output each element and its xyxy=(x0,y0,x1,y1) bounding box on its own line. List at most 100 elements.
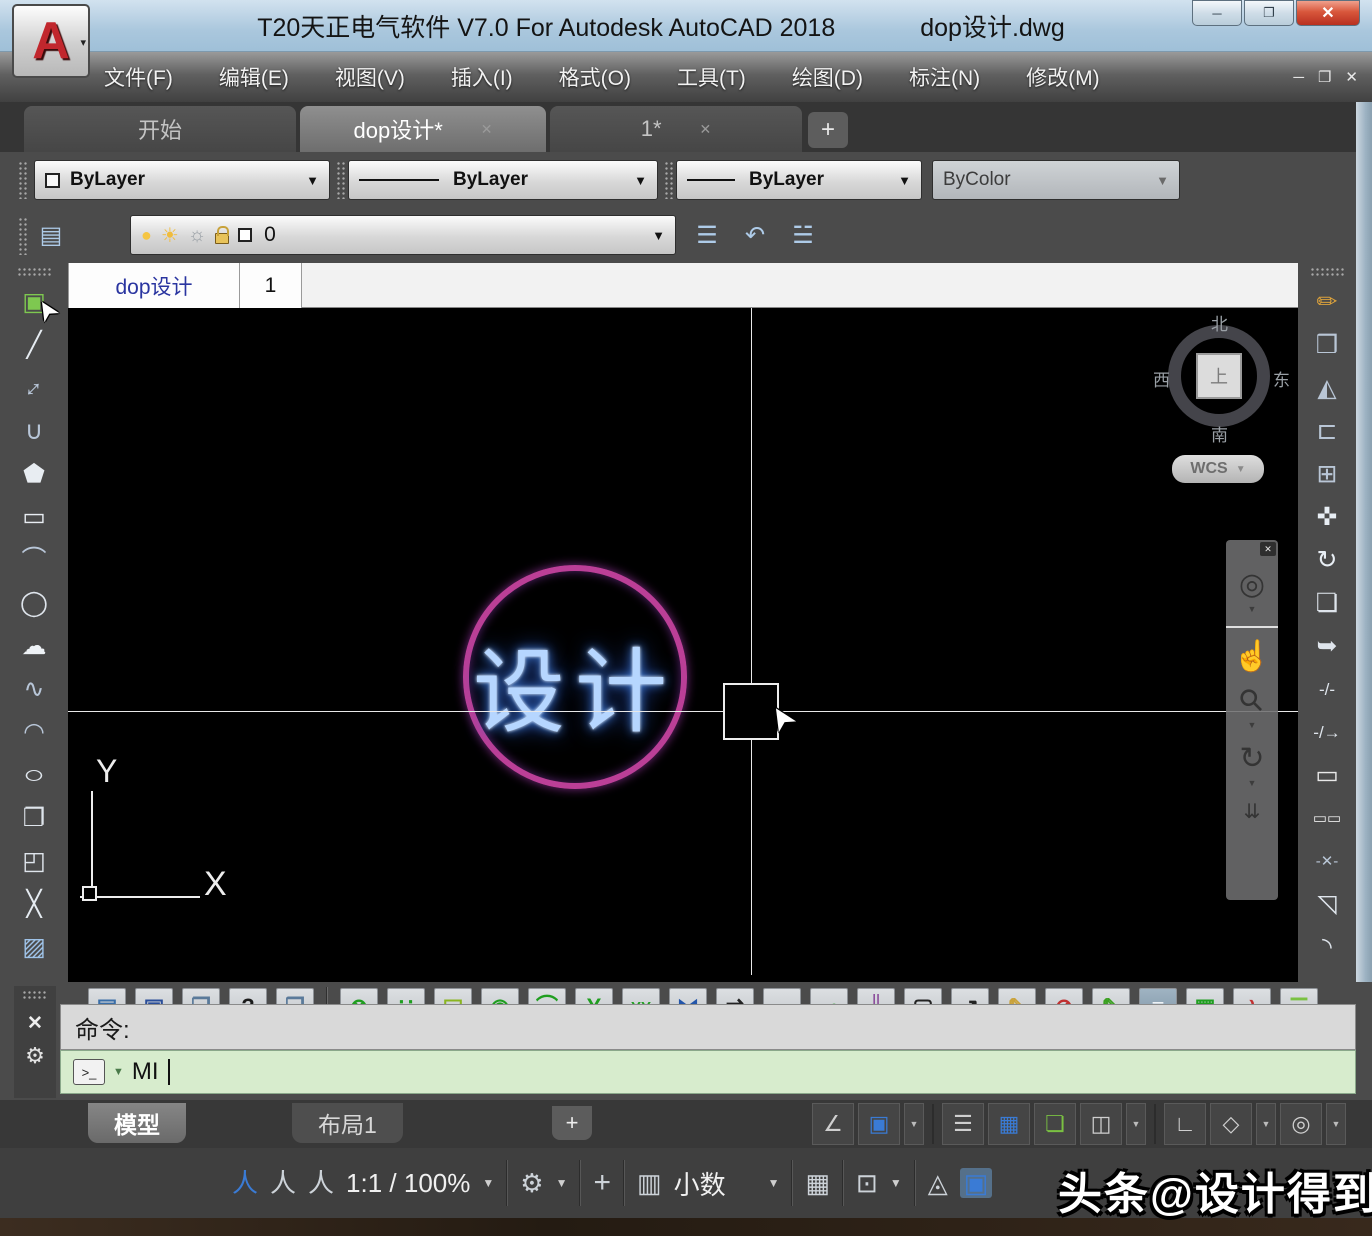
trim-icon[interactable]: -/- xyxy=(1305,668,1349,711)
units-value[interactable]: 小数 xyxy=(674,1165,726,1202)
steering-wheel-icon[interactable]: ◎ xyxy=(1239,570,1265,600)
view-cube-top-face[interactable]: 上 xyxy=(1196,353,1242,399)
compass-west-label[interactable]: 西 xyxy=(1153,366,1170,391)
ruler-icon[interactable]: ▥ xyxy=(637,1170,662,1196)
plot-style-combo[interactable]: ByColor ▼ xyxy=(932,160,1180,200)
toolbar-grip[interactable] xyxy=(664,161,674,199)
spline-icon[interactable]: ∿ xyxy=(12,668,56,711)
break-at-point-icon[interactable]: -✕- xyxy=(1305,840,1349,883)
chevron-down-icon[interactable]: ▼ xyxy=(1248,778,1257,788)
chevron-down-icon[interactable]: ▼ xyxy=(482,1176,494,1190)
restore-button[interactable]: ❐ xyxy=(1244,0,1294,26)
extend-icon[interactable]: -/→ xyxy=(1305,711,1349,754)
move-icon[interactable]: ✜ xyxy=(1305,496,1349,539)
polygon-icon[interactable]: ⬟ xyxy=(12,453,56,496)
lock-open-icon[interactable] xyxy=(215,233,229,244)
chevron-down-icon[interactable]: ▼ xyxy=(1326,1103,1346,1145)
panels-icon[interactable]: ▭▭ xyxy=(1305,797,1349,840)
color-swatch-icon[interactable] xyxy=(238,228,252,242)
chevron-down-icon[interactable]: ▼ xyxy=(556,1176,568,1190)
drawing-tab-dop[interactable]: dop设计 xyxy=(68,263,240,308)
view-cube[interactable]: 北 南 西 东 上 xyxy=(1160,315,1280,435)
chevron-down-icon[interactable]: ▼ xyxy=(768,1176,780,1190)
menu-modify[interactable]: 修改(M) xyxy=(1026,62,1099,92)
layer-properties-icon[interactable]: ▤ xyxy=(34,215,68,255)
navigation-wheel-icon[interactable]: ◎ xyxy=(1280,1103,1322,1145)
more-tools-icon[interactable]: ⇊ xyxy=(1244,802,1261,822)
tab-dop-design[interactable]: dop设计* ✕ xyxy=(300,106,546,152)
ellipse-icon[interactable]: ○ xyxy=(1,754,67,797)
menu-tools[interactable]: 工具(T) xyxy=(677,62,746,92)
toolbar-grip[interactable] xyxy=(22,990,48,1000)
drawing-canvas[interactable]: dop设计 1 设计 ➤ Y X 北 南 西 东 上 WCS ▼ xyxy=(68,263,1298,982)
drawing-tab-1[interactable]: 1 xyxy=(240,263,302,308)
gear-icon[interactable]: ⚙ xyxy=(520,1170,543,1196)
revision-cloud-icon[interactable]: ☁ xyxy=(12,625,56,668)
view-cube-icon[interactable]: ◇ xyxy=(1210,1103,1252,1145)
panel-icon[interactable]: ▭ xyxy=(1305,754,1349,797)
annotation-auto-person-icon[interactable]: 人 xyxy=(270,1170,296,1196)
wcs-selector[interactable]: WCS ▼ xyxy=(1172,455,1264,483)
erase-brush-icon[interactable]: ✏ xyxy=(1305,281,1349,324)
menu-insert[interactable]: 插入(I) xyxy=(451,62,513,92)
tab-start[interactable]: 开始 xyxy=(24,106,296,152)
close-icon[interactable]: ✕ xyxy=(1260,542,1276,556)
minimize-button[interactable]: ─ xyxy=(1192,0,1242,26)
ucs-toggle-icon[interactable]: ∟ xyxy=(1164,1103,1206,1145)
new-tab-button[interactable]: + xyxy=(808,112,848,148)
drawn-text-entity[interactable]: 设计 xyxy=(433,618,717,751)
region-icon[interactable]: ◰ xyxy=(12,840,56,883)
color-combo[interactable]: ByLayer ▼ xyxy=(34,160,330,200)
chevron-down-icon[interactable]: ▼ xyxy=(890,1176,902,1190)
annotation-scale-person-icon[interactable]: 人 xyxy=(232,1170,258,1196)
chevron-down-icon[interactable]: ▼ xyxy=(904,1103,924,1145)
annotation-objects-icon[interactable]: ❏ xyxy=(1034,1103,1076,1145)
viewport-freeze-icon[interactable]: ☼ xyxy=(188,224,206,247)
lineweight-combo[interactable]: ByLayer ▼ xyxy=(676,160,922,200)
calculator-icon[interactable]: ▦ xyxy=(805,1170,830,1196)
command-input[interactable]: >_ ▼ MI xyxy=(60,1050,1356,1094)
wrench-icon[interactable]: ⚙ xyxy=(25,1043,45,1069)
pan-hand-icon[interactable]: ☝ xyxy=(1233,642,1270,672)
light-bulb-icon[interactable]: ● xyxy=(141,225,152,246)
app-logo-button[interactable]: A ▾ xyxy=(12,4,90,78)
annotation-scale-value[interactable]: 1:1 / 100% xyxy=(346,1168,470,1199)
arc-icon[interactable]: ⌒ xyxy=(12,539,56,582)
tab-layout1[interactable]: 布局1 xyxy=(292,1103,403,1143)
mirror-icon[interactable]: ◭ xyxy=(1305,367,1349,410)
new-layout-button[interactable]: + xyxy=(552,1106,592,1140)
layer-isolate-icon[interactable]: ☱ xyxy=(786,215,820,255)
plus-icon[interactable]: + xyxy=(593,1168,611,1198)
menu-file[interactable]: 文件(F) xyxy=(104,62,173,92)
rectangle-icon[interactable]: ▭ xyxy=(12,496,56,539)
break-icon[interactable]: ╳ xyxy=(12,883,56,926)
menu-dimension[interactable]: 标注(N) xyxy=(909,62,980,92)
chevron-down-icon[interactable]: ▼ xyxy=(1248,720,1257,730)
layer-previous-icon[interactable]: ↶ xyxy=(738,215,772,255)
snap-angle-icon[interactable]: ∠ xyxy=(812,1103,854,1145)
offset-icon[interactable]: ⊏ xyxy=(1305,410,1349,453)
tab-1[interactable]: 1* ✕ xyxy=(550,106,802,152)
doc-minimize-icon[interactable]: ─ xyxy=(1293,69,1304,86)
toolbar-grip[interactable] xyxy=(18,161,28,199)
toolbar-grip[interactable] xyxy=(336,161,346,199)
clean-screen-icon[interactable]: ▣ xyxy=(960,1168,993,1198)
close-button[interactable]: ✕ xyxy=(1296,0,1360,26)
dynamic-input-icon[interactable]: ▣ xyxy=(858,1103,900,1145)
scale-icon[interactable]: ❏ xyxy=(1305,582,1349,625)
tab-close-icon[interactable]: ✕ xyxy=(481,121,493,138)
copy-object-icon[interactable]: ❐ xyxy=(12,797,56,840)
grid-icon[interactable]: ▦ xyxy=(988,1103,1030,1145)
hatch-icon[interactable]: ▨ xyxy=(12,926,56,969)
toolbar-grip[interactable] xyxy=(17,267,51,277)
close-icon[interactable]: ✕ xyxy=(27,1012,43,1035)
circle-icon[interactable]: ◯ xyxy=(12,582,56,625)
toolbar-grip[interactable] xyxy=(18,217,28,255)
tab-close-icon[interactable]: ✕ xyxy=(700,121,712,138)
compass-east-label[interactable]: 东 xyxy=(1273,366,1290,391)
menu-format[interactable]: 格式(O) xyxy=(559,62,631,92)
menu-draw[interactable]: 绘图(D) xyxy=(792,62,863,92)
orbit-icon[interactable]: ↻ xyxy=(1239,744,1264,774)
chevron-down-icon[interactable]: ▼ xyxy=(1248,604,1257,614)
stretch-icon[interactable]: ➥ xyxy=(1305,625,1349,668)
